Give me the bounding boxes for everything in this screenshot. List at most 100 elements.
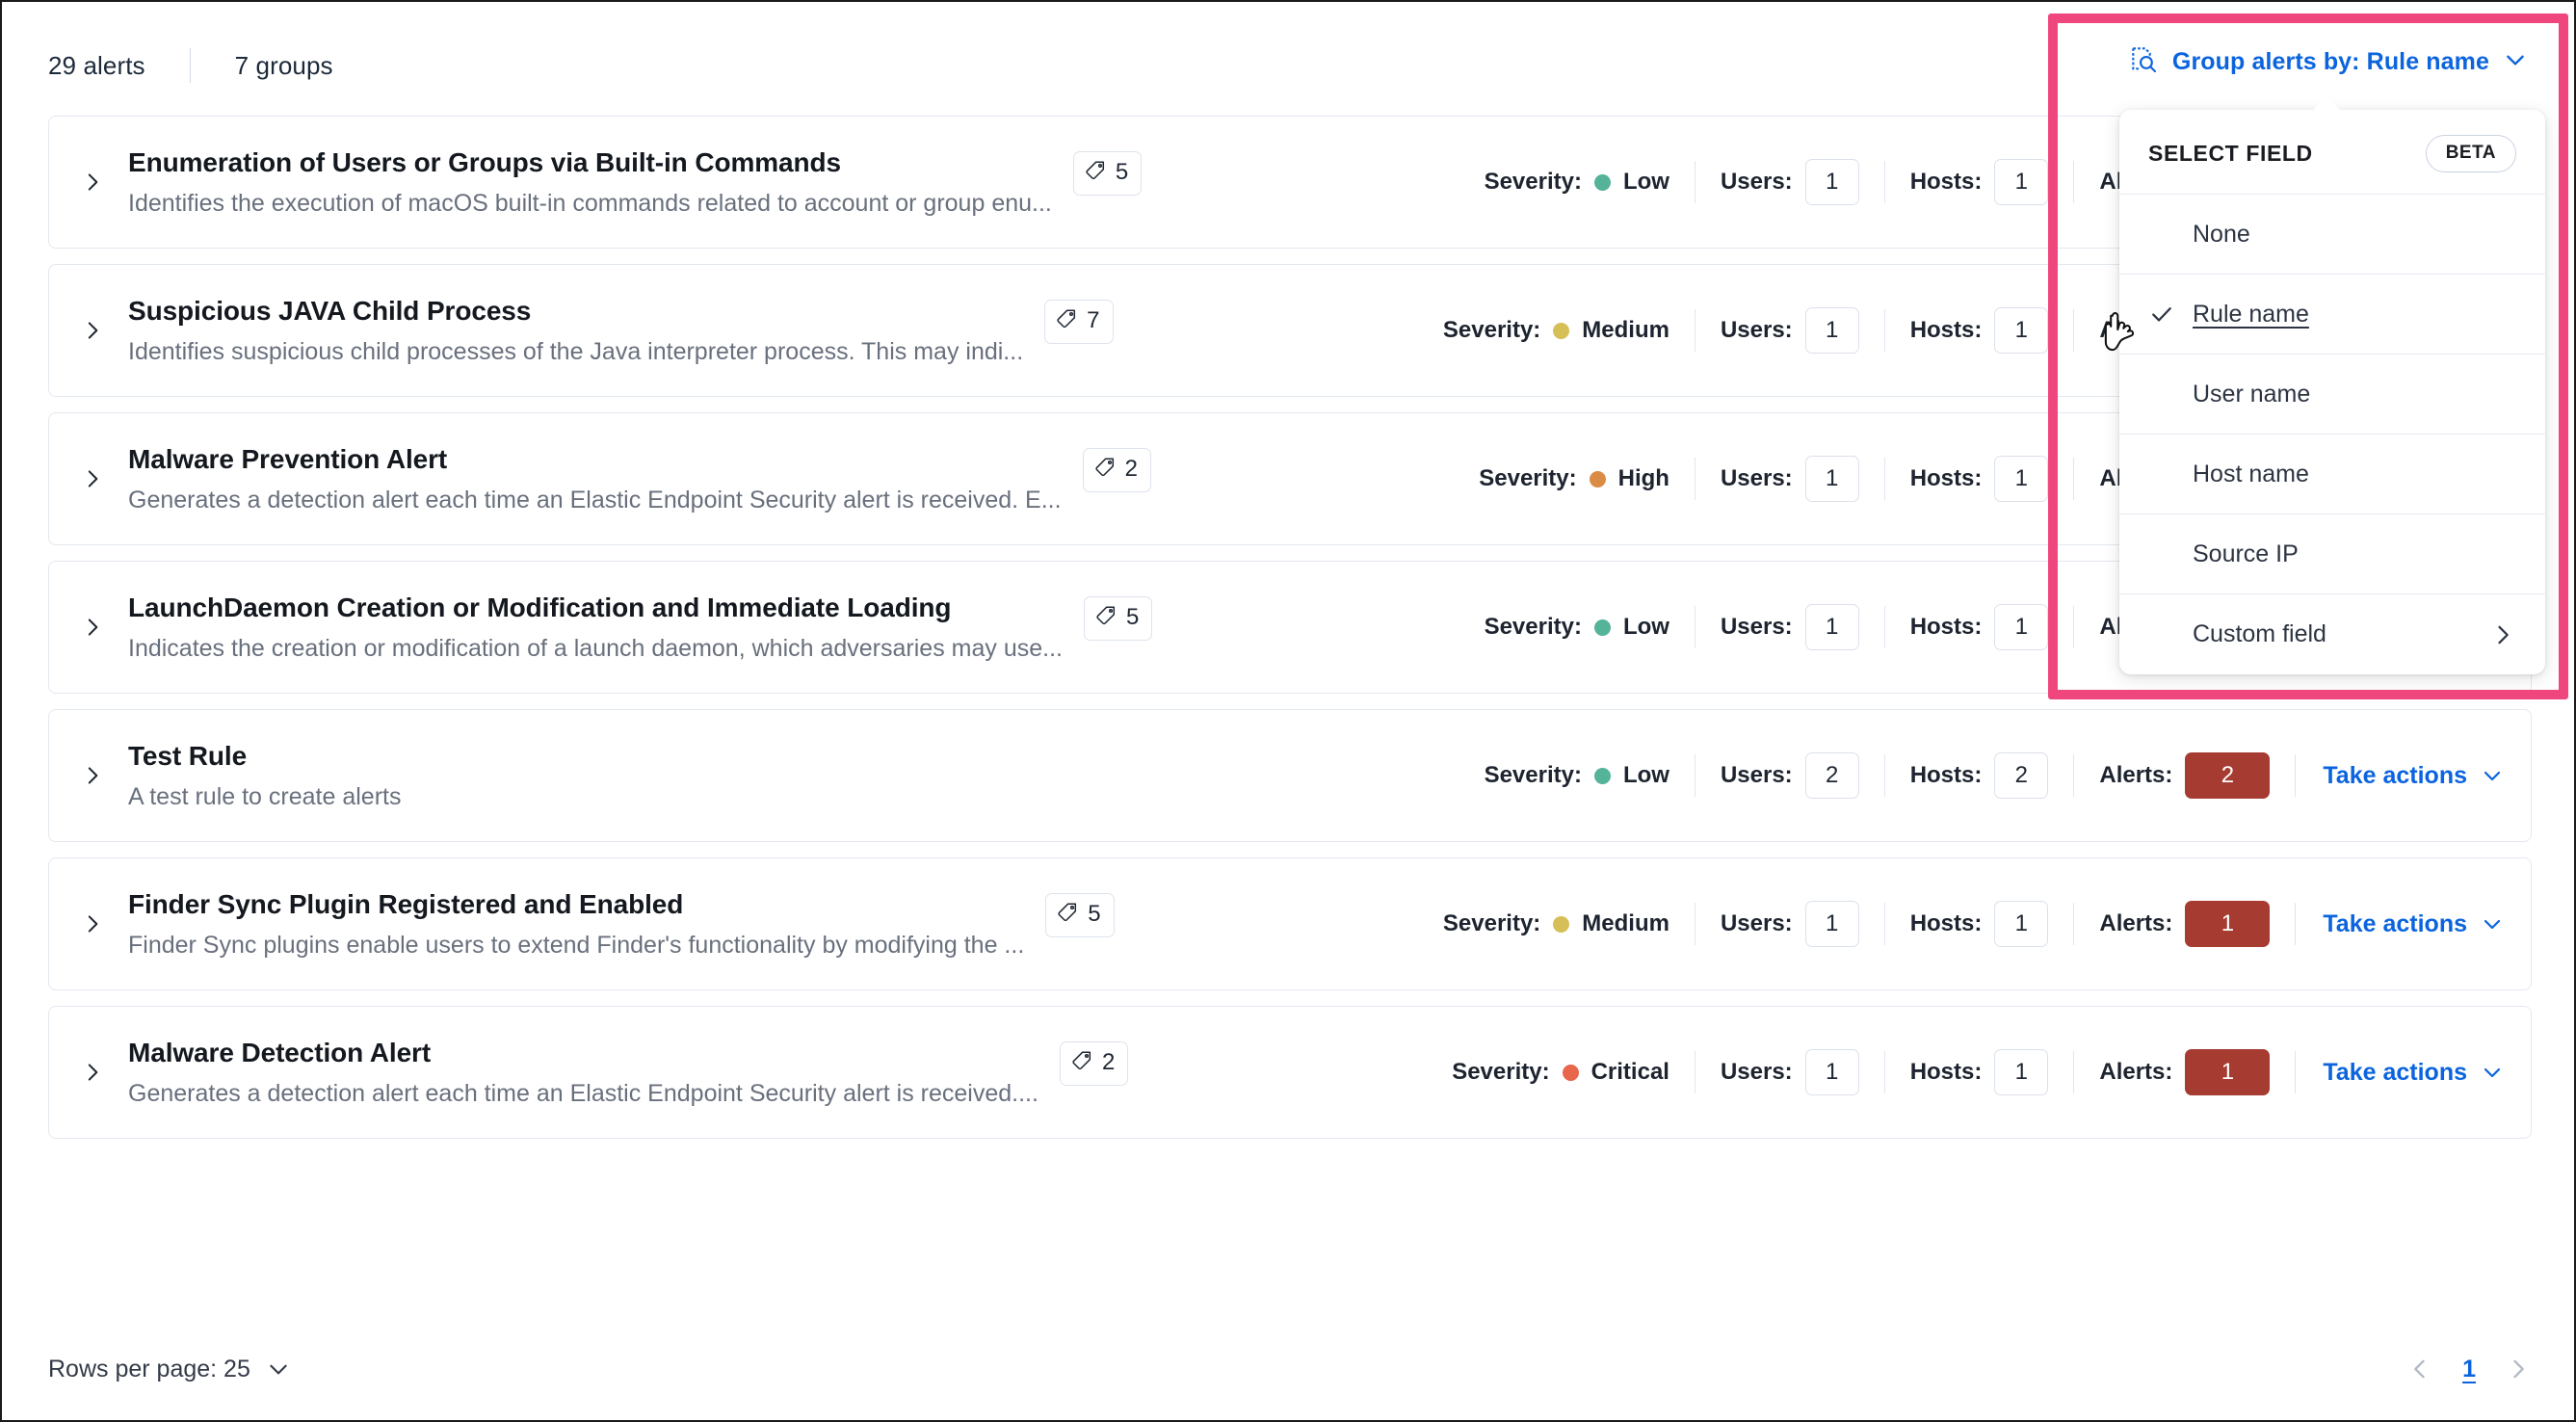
- severity-value: Low: [1623, 614, 1669, 641]
- group-text: Suspicious JAVA Child Process Identifies…: [128, 294, 1023, 367]
- group-main: Suspicious JAVA Child Process Identifies…: [128, 294, 1418, 367]
- menu-item-source-ip[interactable]: Source IP: [2119, 514, 2545, 594]
- hosts-count: 1: [1994, 604, 2048, 650]
- menu-item-rule-name[interactable]: Rule name: [2119, 275, 2545, 355]
- expand-chevron-icon[interactable]: [76, 611, 109, 644]
- group-alerts-by-button[interactable]: Group alerts by: Rule name: [2128, 44, 2528, 80]
- group-title[interactable]: Test Rule: [128, 739, 401, 773]
- tags-badge[interactable]: 5: [1073, 151, 1142, 196]
- summary-divider: [190, 48, 191, 83]
- expand-chevron-icon[interactable]: [76, 462, 109, 495]
- menu-item-host-name[interactable]: Host name: [2119, 434, 2545, 514]
- users-metric: Users: 2: [1695, 752, 1884, 799]
- alerts-count-badge: 1: [2185, 1049, 2270, 1095]
- tags-badge[interactable]: 7: [1044, 300, 1113, 344]
- group-text: LaunchDaemon Creation or Modification an…: [128, 591, 1063, 664]
- group-description: Generates a detection alert each time an…: [128, 1079, 1038, 1109]
- hosts-label: Hosts:: [1910, 169, 1983, 196]
- alerts-metric: Alerts: 1: [2074, 901, 2295, 947]
- tag-icon: [1071, 1049, 1094, 1077]
- users-label: Users:: [1721, 317, 1793, 344]
- users-label: Users:: [1721, 1059, 1793, 1086]
- tags-badge[interactable]: 2: [1083, 448, 1151, 492]
- take-actions-label: Take actions: [2323, 1059, 2467, 1087]
- previous-page-button[interactable]: [2406, 1356, 2433, 1382]
- hosts-metric: Hosts: 1: [1885, 159, 2074, 205]
- severity-label: Severity:: [1443, 317, 1540, 344]
- group-title[interactable]: LaunchDaemon Creation or Modification an…: [128, 591, 1063, 624]
- hosts-count: 1: [1994, 159, 2048, 205]
- severity-label: Severity:: [1443, 910, 1540, 937]
- tags-badge[interactable]: 5: [1084, 596, 1152, 641]
- group-title[interactable]: Malware Prevention Alert: [128, 442, 1062, 476]
- users-count: 1: [1805, 1049, 1859, 1095]
- expand-chevron-icon[interactable]: [76, 759, 109, 792]
- users-metric: Users: 1: [1695, 604, 1884, 650]
- menu-item-none[interactable]: None: [2119, 195, 2545, 275]
- hosts-metric: Hosts: 1: [1885, 456, 2074, 502]
- rows-per-page-button[interactable]: Rows per page: 25: [48, 1356, 291, 1383]
- group-title[interactable]: Suspicious JAVA Child Process: [128, 294, 1023, 328]
- users-count: 2: [1805, 752, 1859, 799]
- tags-badge[interactable]: 5: [1045, 893, 1114, 937]
- expand-chevron-icon[interactable]: [76, 908, 109, 940]
- severity-dot: [1594, 174, 1611, 191]
- expand-chevron-icon[interactable]: [76, 1056, 109, 1089]
- table-row[interactable]: Finder Sync Plugin Registered and Enable…: [48, 857, 2532, 990]
- table-footer: Rows per page: 25 1: [2, 1318, 2576, 1420]
- group-title[interactable]: Malware Detection Alert: [128, 1036, 1038, 1069]
- group-description: A test rule to create alerts: [128, 782, 401, 812]
- users-label: Users:: [1721, 169, 1793, 196]
- tags-badge[interactable]: 2: [1060, 1041, 1128, 1086]
- beta-badge: BETA: [2426, 135, 2516, 172]
- menu-item-custom-field[interactable]: Custom field: [2119, 594, 2545, 674]
- expand-chevron-icon[interactable]: [76, 166, 109, 198]
- group-title[interactable]: Finder Sync Plugin Registered and Enable…: [128, 887, 1024, 921]
- users-count: 1: [1805, 901, 1859, 947]
- group-text: Enumeration of Users or Groups via Built…: [128, 145, 1052, 219]
- page-number-1[interactable]: 1: [2462, 1356, 2476, 1383]
- rows-per-page-label: Rows per page: 25: [48, 1356, 250, 1383]
- alerts-count-badge: 2: [2185, 752, 2270, 799]
- alerts-grouping-screen: 29 alerts 7 groups Group alerts by: Rule…: [0, 0, 2576, 1422]
- group-main: Test Rule A test rule to create alerts: [128, 739, 1459, 812]
- severity-value: High: [1618, 465, 1669, 492]
- menu-item-user-name[interactable]: User name: [2119, 355, 2545, 434]
- severity-metric: Severity: Low: [1459, 169, 1695, 196]
- expand-chevron-icon[interactable]: [76, 314, 109, 347]
- tag-icon: [1095, 604, 1118, 632]
- severity-dot: [1553, 916, 1569, 933]
- next-page-button[interactable]: [2505, 1356, 2532, 1382]
- severity-label: Severity:: [1485, 762, 1582, 789]
- group-text: Malware Prevention Alert Generates a det…: [128, 442, 1062, 515]
- group-description: Identifies the execution of macOS built-…: [128, 189, 1052, 219]
- group-metrics: Severity: Low Users: 2 Hosts: 2 Alerts:: [1459, 752, 2504, 799]
- severity-label: Severity:: [1485, 614, 1582, 641]
- alerts-count: 29 alerts: [48, 51, 145, 81]
- menu-item-label: User name: [2193, 381, 2310, 408]
- group-alerts-by-label: Group alerts by: Rule name: [2172, 48, 2489, 76]
- hosts-count: 1: [1994, 456, 2048, 502]
- users-metric: Users: 1: [1695, 456, 1884, 502]
- take-actions-label: Take actions: [2323, 910, 2467, 938]
- take-actions-button[interactable]: Take actions: [2296, 762, 2504, 790]
- tags-count: 5: [1126, 604, 1139, 631]
- severity-dot: [1590, 471, 1606, 487]
- table-row[interactable]: Malware Detection Alert Generates a dete…: [48, 1006, 2532, 1139]
- alerts-label: Alerts:: [2099, 910, 2172, 937]
- chevron-down-icon: [2481, 1061, 2504, 1084]
- users-metric: Users: 1: [1695, 307, 1884, 354]
- take-actions-button[interactable]: Take actions: [2296, 1059, 2504, 1087]
- hosts-label: Hosts:: [1910, 910, 1983, 937]
- take-actions-button[interactable]: Take actions: [2296, 910, 2504, 938]
- severity-metric: Severity: Low: [1459, 762, 1695, 789]
- alerts-count-badge: 1: [2185, 901, 2270, 947]
- severity-metric: Severity: Medium: [1418, 910, 1695, 937]
- table-row[interactable]: Test Rule A test rule to create alerts S…: [48, 709, 2532, 842]
- chevron-right-icon: [2505, 1356, 2532, 1382]
- hosts-label: Hosts:: [1910, 317, 1983, 344]
- severity-dot: [1594, 768, 1611, 784]
- chevron-down-icon: [2481, 764, 2504, 787]
- group-title[interactable]: Enumeration of Users or Groups via Built…: [128, 145, 1052, 179]
- popover-arrow: [2312, 94, 2341, 112]
